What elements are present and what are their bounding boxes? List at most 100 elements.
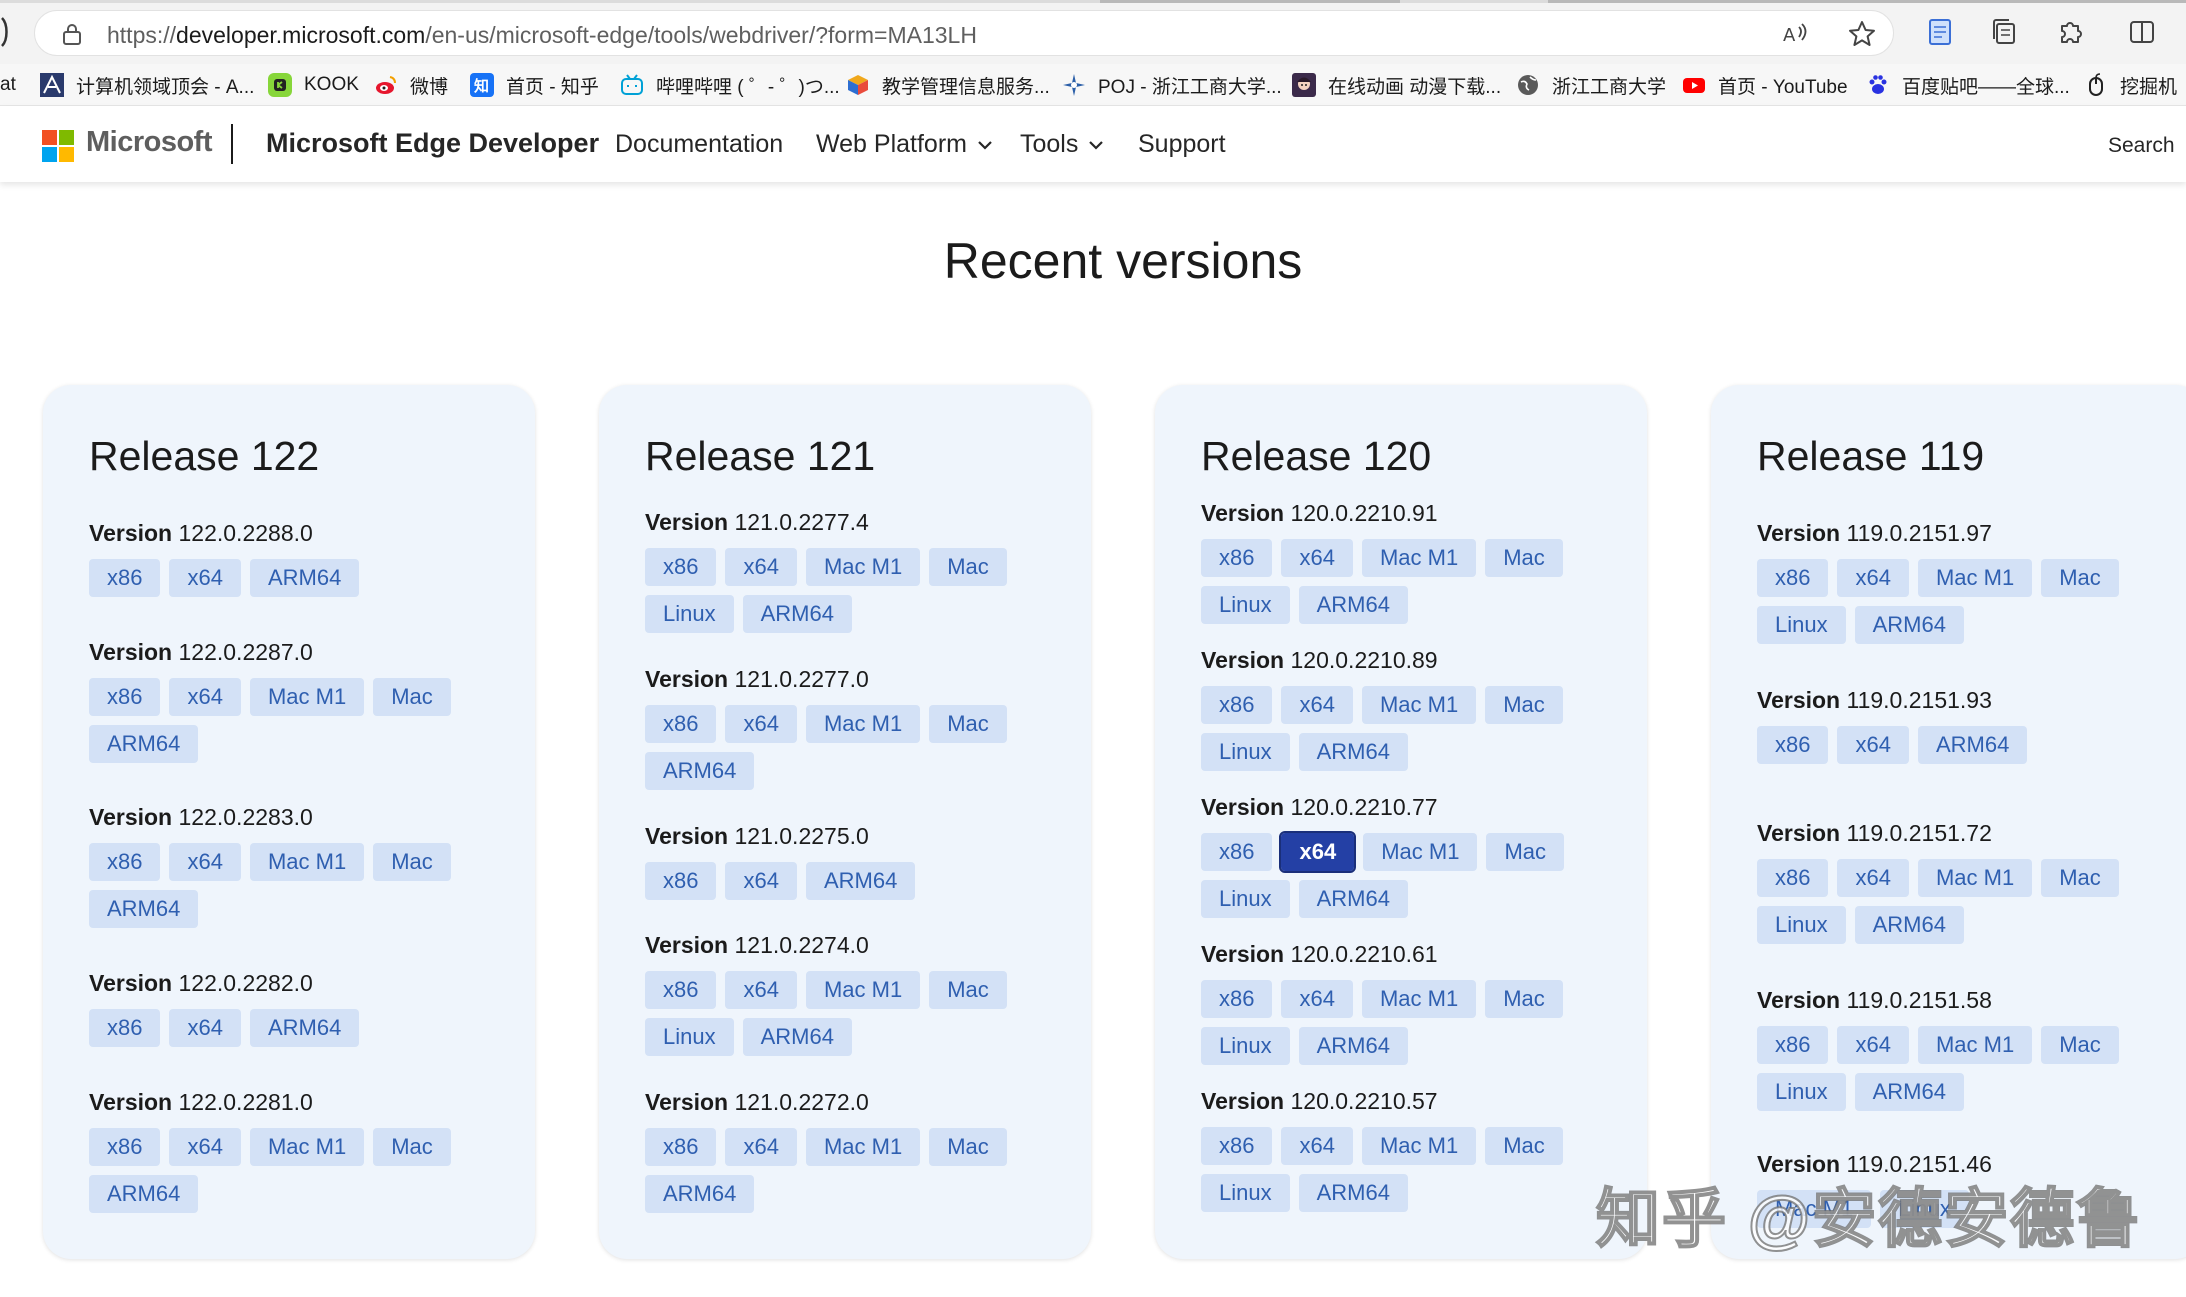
- favorite-item[interactable]: 哔哩哔哩 ( ゜- ゜)つ...: [620, 64, 840, 106]
- download-x64-button[interactable]: x64: [725, 1128, 797, 1166]
- download-arm64-button[interactable]: ARM64: [89, 890, 199, 928]
- download-arm64-button[interactable]: ARM64: [1298, 880, 1408, 918]
- download-arm64-button[interactable]: ARM64: [645, 752, 755, 790]
- download-x64-button[interactable]: x64: [169, 1128, 241, 1166]
- download-arm64-button[interactable]: ARM64: [742, 1018, 852, 1056]
- download-mac-button[interactable]: Mac: [929, 971, 1007, 1009]
- download-x86-button[interactable]: x86: [89, 1128, 161, 1166]
- lock-icon[interactable]: [61, 22, 83, 46]
- download-x86-button[interactable]: x86: [645, 1128, 717, 1166]
- download-x86-button[interactable]: x86: [645, 862, 717, 900]
- download-mac-button[interactable]: Mac: [373, 1128, 451, 1166]
- favorite-item[interactable]: 百度贴吧——全球...: [1866, 64, 2070, 106]
- download-mac-button[interactable]: Mac: [929, 1128, 1007, 1166]
- favorite-item[interactable]: 微博: [374, 64, 448, 106]
- download-x64-button[interactable]: x64: [1837, 559, 1909, 597]
- download-mac-m1-button[interactable]: Mac M1: [249, 843, 365, 881]
- download-mac-m1-button[interactable]: Mac M1: [805, 548, 921, 586]
- download-x64-button[interactable]: x64: [1837, 726, 1909, 764]
- download-x86-button[interactable]: x86: [89, 843, 161, 881]
- download-mac-button[interactable]: Mac: [1485, 1127, 1563, 1165]
- download-arm64-button[interactable]: ARM64: [742, 595, 852, 633]
- site-title[interactable]: Microsoft Edge Developer: [266, 128, 599, 159]
- download-linux-button[interactable]: Linux: [1757, 606, 1846, 644]
- favorite-item[interactable]: 挖掘机: [2084, 64, 2177, 106]
- nav-documentation[interactable]: Documentation: [615, 130, 783, 159]
- download-x86-button[interactable]: x86: [1757, 559, 1829, 597]
- download-x86-button[interactable]: x86: [89, 559, 161, 597]
- download-mac-m1-button[interactable]: Mac M1: [805, 1128, 921, 1166]
- favorite-item[interactable]: POJ - 浙江工商大学...: [1062, 64, 1282, 106]
- download-x64-button[interactable]: x64: [169, 843, 241, 881]
- favorite-item[interactable]: 计算机领域顶会 - A...: [40, 64, 254, 106]
- download-mac-button[interactable]: Mac: [2041, 859, 2119, 897]
- download-x64-button[interactable]: x64: [1279, 831, 1357, 873]
- download-arm64-button[interactable]: ARM64: [805, 862, 916, 900]
- download-arm64-button[interactable]: ARM64: [249, 1009, 360, 1047]
- download-x86-button[interactable]: x86: [1757, 726, 1829, 764]
- download-mac-button[interactable]: Mac: [1486, 833, 1565, 871]
- download-linux-button[interactable]: Linux: [1757, 906, 1846, 944]
- download-x86-button[interactable]: x86: [1201, 539, 1273, 577]
- search-button[interactable]: Search: [2108, 134, 2175, 158]
- download-mac-m1-button[interactable]: Mac M1: [1363, 833, 1478, 871]
- download-x64-button[interactable]: x64: [1281, 686, 1353, 724]
- download-x86-button[interactable]: x86: [1201, 833, 1273, 871]
- download-mac-m1-button[interactable]: Mac M1: [805, 705, 921, 743]
- download-mac-button[interactable]: Mac: [1485, 686, 1563, 724]
- download-x64-button[interactable]: x64: [169, 1009, 241, 1047]
- download-mac-m1-button[interactable]: Mac M1: [249, 1128, 365, 1166]
- brand-name[interactable]: Microsoft: [86, 126, 213, 159]
- download-x64-button[interactable]: x64: [725, 705, 797, 743]
- download-x64-button[interactable]: x64: [1837, 1026, 1909, 1064]
- download-mac-m1-button[interactable]: Mac M1: [1917, 1026, 2033, 1064]
- download-mac-m1-button[interactable]: Mac M1: [1361, 980, 1477, 1018]
- download-x64-button[interactable]: x64: [725, 971, 797, 1009]
- download-linux-button[interactable]: Linux: [1201, 586, 1290, 624]
- download-x64-button[interactable]: x64: [1837, 859, 1909, 897]
- favorite-item[interactable]: 首页 - YouTube: [1682, 64, 1848, 106]
- download-mac-m1-button[interactable]: Mac M1: [805, 971, 921, 1009]
- download-linux-button[interactable]: Linux: [1201, 880, 1290, 918]
- download-arm64-button[interactable]: ARM64: [89, 1175, 199, 1213]
- download-x86-button[interactable]: x86: [645, 548, 717, 586]
- download-mac-m1-button[interactable]: Mac M1: [1917, 859, 2033, 897]
- download-x64-button[interactable]: x64: [1281, 1127, 1353, 1165]
- download-x64-button[interactable]: x64: [1281, 539, 1353, 577]
- read-aloud-icon[interactable]: A: [1781, 19, 1811, 49]
- collections-icon[interactable]: [1988, 16, 2020, 48]
- favorite-item[interactable]: KOOK: [268, 64, 359, 106]
- download-linux-button[interactable]: Linux: [645, 595, 734, 633]
- nav-tools[interactable]: Tools: [1020, 130, 1104, 159]
- download-mac-button[interactable]: Mac: [373, 678, 451, 716]
- download-arm64-button[interactable]: ARM64: [1298, 733, 1408, 771]
- split-screen-icon[interactable]: [2126, 16, 2158, 48]
- download-arm64-button[interactable]: ARM64: [1298, 1027, 1408, 1065]
- download-x64-button[interactable]: x64: [169, 559, 241, 597]
- reading-view-icon[interactable]: [1924, 16, 1956, 48]
- download-mac-button[interactable]: Mac: [1485, 980, 1563, 1018]
- download-mac-button[interactable]: Mac: [929, 548, 1007, 586]
- nav-web-platform[interactable]: Web Platform: [816, 130, 993, 159]
- download-x64-button[interactable]: x64: [1281, 980, 1353, 1018]
- download-arm64-button[interactable]: ARM64: [1917, 726, 2028, 764]
- download-x86-button[interactable]: x86: [89, 678, 161, 716]
- download-linux-button[interactable]: Linux: [1201, 1027, 1290, 1065]
- favorite-item[interactable]: 知 首页 - 知乎: [470, 64, 599, 106]
- download-arm64-button[interactable]: ARM64: [1854, 606, 1964, 644]
- download-x86-button[interactable]: x86: [645, 705, 717, 743]
- download-mac-button[interactable]: Mac: [2041, 1026, 2119, 1064]
- download-arm64-button[interactable]: ARM64: [1298, 586, 1408, 624]
- download-linux-button[interactable]: Linux: [1201, 733, 1290, 771]
- favorite-item[interactable]: 教学管理信息服务...: [846, 64, 1050, 106]
- download-mac-button[interactable]: Mac: [2041, 559, 2119, 597]
- download-arm64-button[interactable]: ARM64: [1298, 1174, 1408, 1212]
- back-arrow-icon[interactable]: [0, 14, 10, 50]
- favorite-star-icon[interactable]: [1847, 19, 1877, 49]
- download-x64-button[interactable]: x64: [725, 548, 797, 586]
- download-arm64-button[interactable]: ARM64: [249, 559, 360, 597]
- download-arm64-button[interactable]: ARM64: [1854, 906, 1964, 944]
- download-x86-button[interactable]: x86: [1201, 686, 1273, 724]
- download-mac-m1-button[interactable]: Mac M1: [1361, 539, 1477, 577]
- download-arm64-button[interactable]: ARM64: [89, 725, 199, 763]
